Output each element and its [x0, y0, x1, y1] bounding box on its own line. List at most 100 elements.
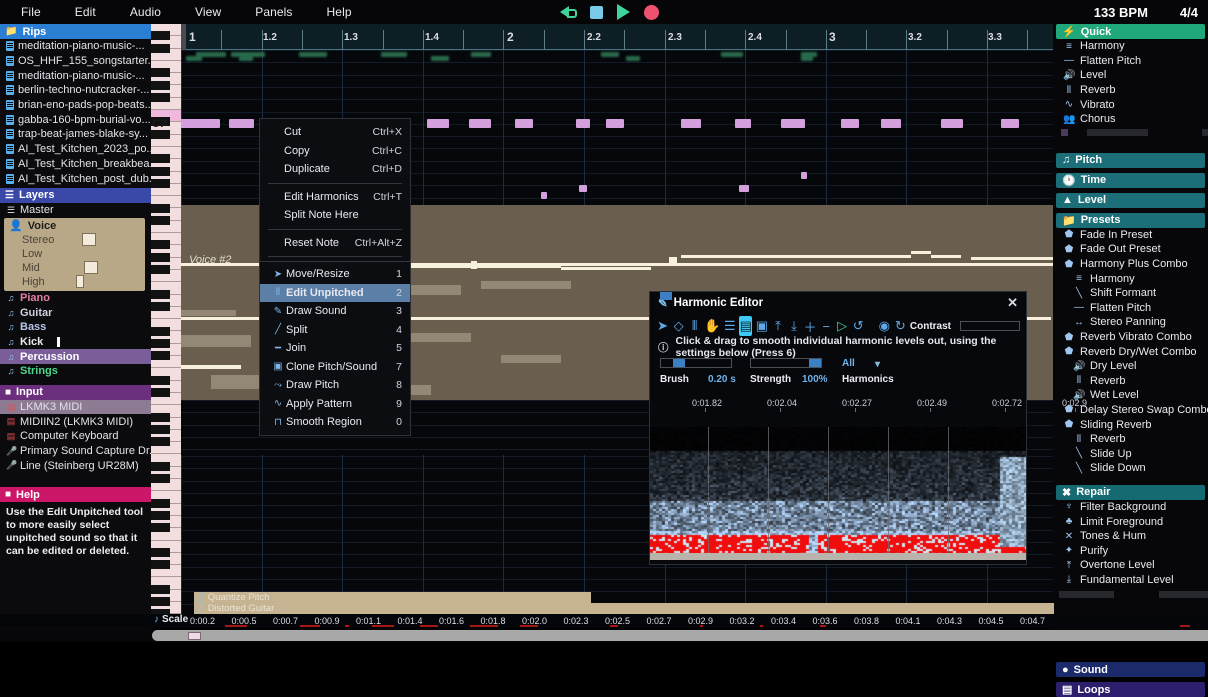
- contrast-slider[interactable]: [960, 321, 1020, 331]
- sidebar-item-fade-in-preset[interactable]: ⬟Fade In Preset: [1053, 228, 1208, 243]
- rip-item[interactable]: meditation-piano-music-...: [0, 68, 151, 83]
- sidebar-item-stereo-panning[interactable]: ↔Stereo Panning: [1053, 315, 1208, 330]
- rip-item[interactable]: AI_Test_Kitchen_2023_po...: [0, 142, 151, 157]
- rip-item[interactable]: meditation-piano-music-...: [0, 39, 151, 54]
- sidebar-item-reverb-dry-wet-combo[interactable]: ⬟Reverb Dry/Wet Combo: [1053, 344, 1208, 359]
- playhead-marker[interactable]: [181, 24, 186, 50]
- layer-item-percussion[interactable]: ♫Percussion: [0, 349, 151, 364]
- spectrogram-canvas[interactable]: [650, 427, 1026, 560]
- note-block[interactable]: [229, 119, 254, 128]
- scrollbar-thumb[interactable]: [188, 632, 201, 640]
- bpm-value[interactable]: 133 BPM: [1094, 5, 1148, 20]
- pitch-contour[interactable]: [669, 257, 677, 265]
- piano-black-key[interactable]: [151, 437, 170, 446]
- sidebar-item-flatten-pitch[interactable]: —Flatten Pitch: [1053, 54, 1208, 69]
- sound-block[interactable]: [501, 355, 561, 363]
- pitch-contour[interactable]: [971, 257, 1053, 260]
- hand-icon[interactable]: ✋: [704, 316, 720, 336]
- context-menu-item-reset-note[interactable]: Reset NoteCtrl+Alt+Z: [260, 234, 410, 253]
- pitch-contour[interactable]: [181, 365, 241, 369]
- note-block[interactable]: [739, 185, 749, 192]
- rip-item[interactable]: brian-eno-pads-pop-beats...: [0, 98, 151, 113]
- note-context-menu[interactable]: CutCtrl+XCopyCtrl+CDuplicateCtrl+DEdit H…: [259, 118, 411, 436]
- context-menu-tool-join[interactable]: ━Join5: [260, 339, 410, 358]
- note-block[interactable]: [576, 119, 590, 128]
- piano-black-key[interactable]: [151, 597, 170, 606]
- piano-black-key[interactable]: [151, 81, 170, 90]
- pitch-contour[interactable]: [931, 255, 961, 258]
- layer-item-bass[interactable]: ♫Bass: [0, 320, 151, 335]
- clip-distorted-guitar[interactable]: ╱ Distorted Guitar: [194, 603, 1054, 614]
- harmonic-editor-panel[interactable]: ✎ Harmonic Editor ✕ ➤◇⦀✋☰▤▣⤒⤓＋−▷↺◉↻ Cont…: [649, 291, 1027, 565]
- sidebar-item-dry-level[interactable]: 🔊Dry Level: [1053, 359, 1208, 374]
- pitch-panel-header[interactable]: ♫ Pitch: [1056, 153, 1205, 168]
- note-block[interactable]: [941, 119, 963, 128]
- note-block[interactable]: [881, 119, 901, 128]
- raise-icon[interactable]: ⤒: [771, 316, 784, 336]
- brush-value[interactable]: 0.20 s: [708, 374, 736, 385]
- piano-black-key[interactable]: [151, 179, 170, 188]
- sidebar-item-reverb[interactable]: ⦀Reverb: [1053, 83, 1208, 98]
- harmonic-editor-titlebar[interactable]: ✎ Harmonic Editor ✕: [650, 292, 1026, 314]
- menu-item-file[interactable]: File: [8, 5, 54, 19]
- sound-block[interactable]: [181, 335, 251, 347]
- menu-item-panels[interactable]: Panels: [242, 5, 305, 19]
- layer-item-piano[interactable]: ♫Piano: [0, 291, 151, 306]
- note-block[interactable]: [681, 119, 701, 128]
- layer-master[interactable]: ☰ Master: [0, 203, 151, 218]
- sound-block[interactable]: [181, 310, 236, 316]
- piano-black-key[interactable]: [151, 376, 170, 385]
- piano-black-key[interactable]: [151, 351, 170, 360]
- context-menu-tool-move-resize[interactable]: ➤Move/Resize1: [260, 265, 410, 284]
- levels-icon[interactable]: ⦀: [688, 316, 701, 336]
- refresh-icon[interactable]: ↻: [894, 316, 907, 336]
- pitch-contour[interactable]: [561, 267, 651, 270]
- voice-layer-header[interactable]: 👤 Voice: [4, 219, 145, 233]
- piano-black-key[interactable]: [151, 499, 170, 508]
- help-panel-header[interactable]: ■ Help: [0, 487, 151, 502]
- note-block[interactable]: [606, 119, 624, 128]
- note-block[interactable]: [579, 185, 587, 192]
- rip-item[interactable]: AI_Test_Kitchen_post_dub...: [0, 171, 151, 186]
- lines-icon[interactable]: ☰: [723, 316, 736, 336]
- strength-value[interactable]: 100%: [802, 374, 828, 385]
- eye-icon[interactable]: ◉: [878, 316, 891, 336]
- piano-black-key[interactable]: [151, 204, 170, 213]
- voice-band-high[interactable]: High: [4, 275, 145, 289]
- piano-black-key[interactable]: [151, 425, 170, 434]
- sidebar-item-fade-out-preset[interactable]: ⬟Fade Out Preset: [1053, 242, 1208, 257]
- rip-item[interactable]: gabba-160-bpm-burial-vo...: [0, 112, 151, 127]
- piano-black-key[interactable]: [151, 302, 170, 311]
- note-block[interactable]: [841, 119, 859, 128]
- note-block[interactable]: [469, 119, 491, 128]
- sidebar-item-reverb-vibrato-combo[interactable]: ⬟Reverb Vibrato Combo: [1053, 330, 1208, 345]
- sidebar-item-shift-formant[interactable]: ╲Shift Formant: [1053, 286, 1208, 301]
- menu-item-help[interactable]: Help: [314, 5, 365, 19]
- piano-black-key[interactable]: [151, 511, 170, 520]
- scrollbar-track[interactable]: [152, 630, 1208, 641]
- record-icon[interactable]: [644, 5, 659, 20]
- piano-black-key[interactable]: [151, 253, 170, 262]
- context-menu-tool-smooth-region[interactable]: ⊓Smooth Region0: [260, 413, 410, 432]
- rips-panel-header[interactable]: 📁 Rips: [0, 24, 151, 39]
- strength-slider[interactable]: [750, 358, 822, 368]
- note-block[interactable]: [1001, 119, 1019, 128]
- repair-panel-header[interactable]: ✖ Repair: [1056, 485, 1205, 500]
- layer-item-kick[interactable]: ♫Kick: [0, 335, 151, 350]
- layer-item-strings[interactable]: ♫Strings: [0, 364, 151, 379]
- note-block[interactable]: [208, 119, 220, 128]
- piano-black-key[interactable]: [151, 339, 170, 348]
- input-device-item[interactable]: 🎤Primary Sound Capture Dr...: [0, 444, 151, 459]
- piano-black-key[interactable]: [151, 560, 170, 569]
- close-icon[interactable]: ✕: [1007, 295, 1018, 311]
- play-icon[interactable]: ▷: [836, 316, 849, 336]
- cursor-icon[interactable]: ➤: [656, 316, 669, 336]
- rip-item[interactable]: berlin-techno-nutcracker-...: [0, 83, 151, 98]
- voice-band-mid[interactable]: Mid: [4, 261, 145, 275]
- pitch-contour[interactable]: [911, 251, 931, 254]
- pitch-contour[interactable]: [471, 261, 477, 269]
- sidebar-item-level[interactable]: 🔊Level: [1053, 68, 1208, 83]
- sidebar-item-harmony-plus-combo[interactable]: ⬟Harmony Plus Combo: [1053, 257, 1208, 272]
- presets-panel-header[interactable]: 📁 Presets: [1056, 213, 1205, 228]
- play-icon[interactable]: [617, 4, 630, 20]
